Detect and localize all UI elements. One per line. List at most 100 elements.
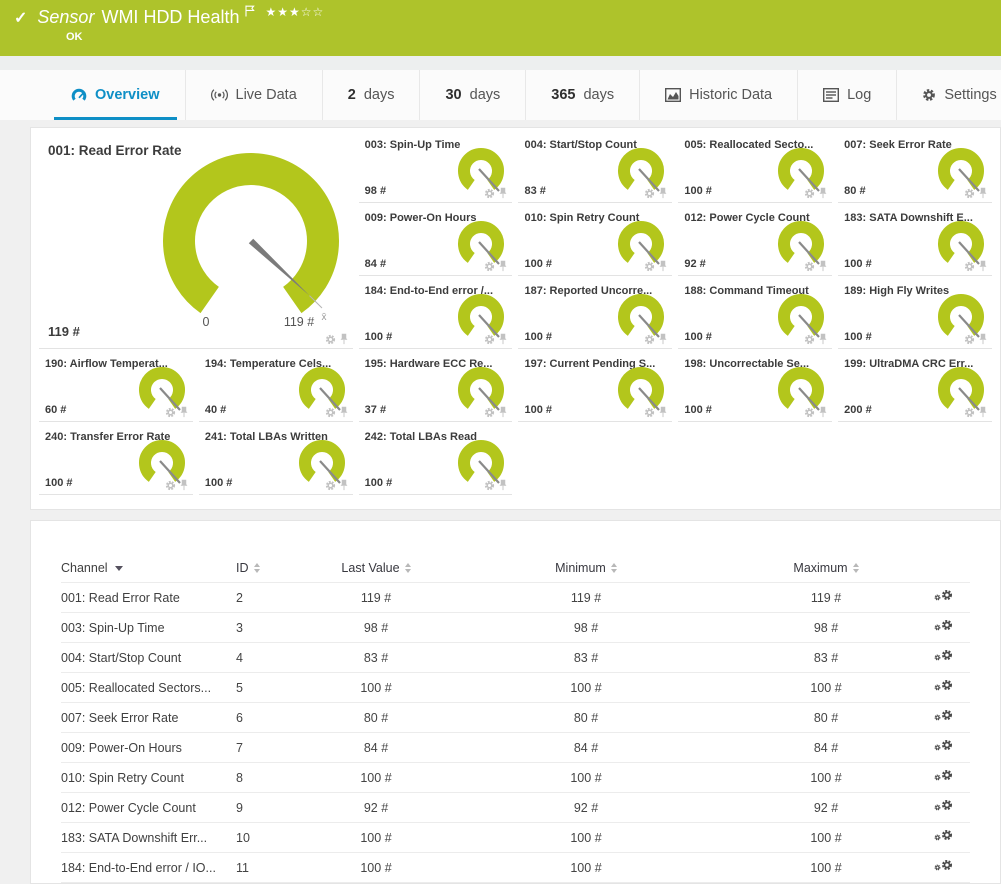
channel-settings-icon[interactable] [934, 769, 953, 784]
flag-icon[interactable] [245, 4, 255, 22]
gear-icon[interactable] [934, 594, 941, 601]
channel-settings-icon[interactable] [934, 829, 953, 844]
gear-icon[interactable] [941, 589, 953, 601]
gauge-cell[interactable]: 194: Temperature Cels...40 # [199, 355, 353, 422]
pin-icon[interactable] [818, 187, 828, 199]
gauge-cell[interactable]: 188: Command Timeout100 # [678, 282, 832, 349]
gauge-cell[interactable]: 189: High Fly Writes100 # [838, 282, 992, 349]
gauge-cell[interactable]: 004: Start/Stop Count83 # [518, 136, 672, 203]
gear-icon[interactable] [804, 407, 815, 418]
col-header-channel[interactable]: Channel [61, 561, 236, 575]
pin-icon[interactable] [498, 260, 508, 272]
pin-icon[interactable] [498, 187, 508, 199]
channel-settings-icon[interactable] [934, 619, 953, 634]
tab-365-days[interactable]: 365days [525, 70, 639, 120]
gear-icon[interactable] [941, 619, 953, 631]
channel-settings-icon[interactable] [934, 679, 953, 694]
tab-2-days[interactable]: 2days [322, 70, 420, 120]
pin-icon[interactable] [658, 187, 668, 199]
gear-icon[interactable] [934, 864, 941, 871]
channel-settings-icon[interactable] [934, 739, 953, 754]
pin-icon[interactable] [658, 333, 668, 345]
pin-icon[interactable] [818, 260, 828, 272]
cell-channel[interactable]: 012: Power Cycle Count [61, 801, 236, 815]
gear-icon[interactable] [941, 679, 953, 691]
tab-30-days[interactable]: 30days [419, 70, 525, 120]
tab-live-data[interactable]: Live Data [185, 70, 322, 120]
gear-icon[interactable] [934, 714, 941, 721]
gear-icon[interactable] [941, 769, 953, 781]
gear-icon[interactable] [804, 188, 815, 199]
channel-settings-icon[interactable] [934, 799, 953, 814]
pin-icon[interactable] [978, 406, 988, 418]
gauge-cell[interactable]: 241: Total LBAs Written100 # [199, 428, 353, 495]
channel-settings-icon[interactable] [934, 649, 953, 664]
gauge-cell[interactable]: 009: Power-On Hours84 # [359, 209, 513, 276]
gauge-cell[interactable]: 005: Reallocated Secto...100 # [678, 136, 832, 203]
tab-settings[interactable]: Settings [896, 70, 1001, 120]
col-header-id[interactable]: ID [236, 561, 316, 575]
gear-icon[interactable] [325, 480, 336, 491]
tab-overview[interactable]: Overview [46, 70, 185, 120]
gear-icon[interactable] [644, 188, 655, 199]
gauge-cell[interactable]: 190: Airflow Temperat...60 # [39, 355, 193, 422]
gear-icon[interactable] [964, 261, 975, 272]
cell-channel[interactable]: 001: Read Error Rate [61, 591, 236, 605]
gear-icon[interactable] [325, 407, 336, 418]
gear-icon[interactable] [644, 407, 655, 418]
gear-icon[interactable] [934, 804, 941, 811]
gauge-cell[interactable]: 197: Current Pending S...100 # [518, 355, 672, 422]
gauge-cell[interactable]: 010: Spin Retry Count100 # [518, 209, 672, 276]
pin-icon[interactable] [339, 479, 349, 491]
gear-icon[interactable] [644, 334, 655, 345]
pin-icon[interactable] [978, 260, 988, 272]
cell-channel[interactable]: 005: Reallocated Sectors... [61, 681, 236, 695]
pin-icon[interactable] [498, 333, 508, 345]
cell-channel[interactable]: 184: End-to-End error / IO... [61, 861, 236, 875]
pin-icon[interactable] [978, 333, 988, 345]
pin-icon[interactable] [179, 479, 189, 491]
gauge-cell[interactable]: 199: UltraDMA CRC Err...200 # [838, 355, 992, 422]
gauge-cell[interactable]: 183: SATA Downshift E...100 # [838, 209, 992, 276]
gear-icon[interactable] [934, 654, 941, 661]
cell-channel[interactable]: 009: Power-On Hours [61, 741, 236, 755]
channel-settings-icon[interactable] [934, 859, 953, 874]
gear-icon[interactable] [484, 334, 495, 345]
gear-icon[interactable] [941, 739, 953, 751]
gear-icon[interactable] [941, 649, 953, 661]
pin-icon[interactable] [498, 479, 508, 491]
gear-icon[interactable] [964, 188, 975, 199]
gear-icon[interactable] [325, 334, 336, 345]
star-rating[interactable]: ★★★☆☆ [265, 5, 324, 19]
pin-icon[interactable] [339, 406, 349, 418]
gear-icon[interactable] [941, 859, 953, 871]
gauge-cell-primary[interactable]: 001: Read Error Rate x̄ 0 119 # 119 # [39, 136, 353, 349]
gear-icon[interactable] [804, 334, 815, 345]
gear-icon[interactable] [804, 261, 815, 272]
gear-icon[interactable] [644, 261, 655, 272]
gear-icon[interactable] [934, 624, 941, 631]
gear-icon[interactable] [484, 407, 495, 418]
gear-icon[interactable] [934, 774, 941, 781]
gauge-cell[interactable]: 184: End-to-End error /...100 # [359, 282, 513, 349]
channel-settings-icon[interactable] [934, 589, 953, 604]
gauge-cell[interactable]: 187: Reported Uncorre...100 # [518, 282, 672, 349]
cell-channel[interactable]: 007: Seek Error Rate [61, 711, 236, 725]
gear-icon[interactable] [165, 480, 176, 491]
cell-channel[interactable]: 003: Spin-Up Time [61, 621, 236, 635]
pin-icon[interactable] [658, 260, 668, 272]
gear-icon[interactable] [165, 407, 176, 418]
gear-icon[interactable] [484, 188, 495, 199]
pin-icon[interactable] [818, 333, 828, 345]
tab-historic-data[interactable]: Historic Data [639, 70, 797, 120]
gear-icon[interactable] [484, 480, 495, 491]
gauge-cell[interactable]: 240: Transfer Error Rate100 # [39, 428, 193, 495]
gear-icon[interactable] [941, 799, 953, 811]
pin-icon[interactable] [179, 406, 189, 418]
cell-channel[interactable]: 183: SATA Downshift Err... [61, 831, 236, 845]
gear-icon[interactable] [934, 834, 941, 841]
pin-icon[interactable] [339, 333, 349, 345]
pin-icon[interactable] [978, 187, 988, 199]
cell-channel[interactable]: 010: Spin Retry Count [61, 771, 236, 785]
gauge-cell[interactable]: 242: Total LBAs Read100 # [359, 428, 513, 495]
